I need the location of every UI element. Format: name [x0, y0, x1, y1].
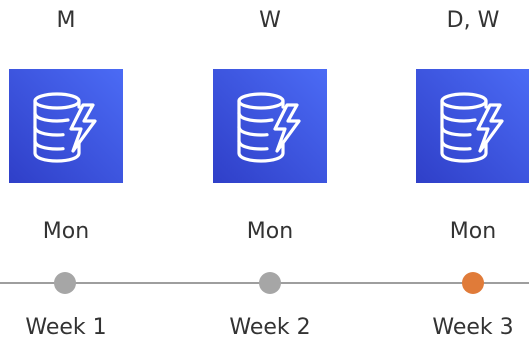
dynamodb-icon	[9, 69, 123, 183]
day-label: Mon	[449, 219, 497, 244]
timeline-dot-week-1	[54, 272, 76, 294]
snapshot-column-1: M Mon Week 1	[0, 0, 141, 348]
week-label: Week 1	[25, 315, 107, 340]
timeline-dot-week-3	[462, 272, 484, 294]
snapshot-column-2: W Mon Week 2	[195, 0, 345, 348]
day-label: Mon	[42, 219, 90, 244]
timeline-dot-week-2	[259, 272, 281, 294]
database-tile	[213, 69, 327, 183]
database-tile	[416, 69, 529, 183]
week-label: Week 2	[229, 315, 311, 340]
dynamodb-icon	[416, 69, 529, 183]
backup-type-label: W	[259, 8, 281, 33]
backup-type-label: D, W	[446, 8, 500, 33]
dynamodb-icon	[213, 69, 327, 183]
snapshot-column-3: D, W Mon Week 3	[398, 0, 529, 348]
backup-type-label: M	[56, 8, 76, 33]
day-label: Mon	[246, 219, 294, 244]
database-tile	[9, 69, 123, 183]
week-label: Week 3	[432, 315, 514, 340]
